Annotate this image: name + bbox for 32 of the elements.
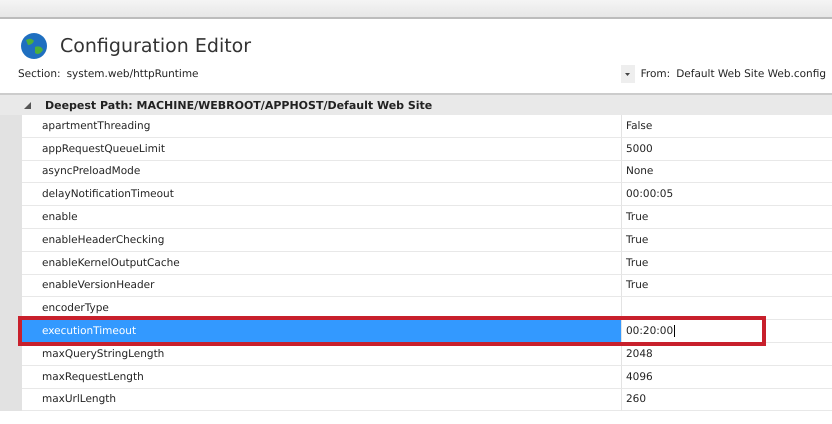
property-name[interactable]: maxUrlLength [22,388,622,412]
property-name[interactable]: appRequestQueueLimit [22,138,622,161]
caret-icon [625,72,630,76]
property-name[interactable]: enableKernelOutputCache [22,252,622,275]
from-label: From: [640,68,670,80]
property-name[interactable]: asyncPreloadMode [22,160,622,184]
property-value: 4096 [626,370,653,383]
property-name[interactable]: apartmentThreading [22,115,622,138]
property-value: True [626,234,648,246]
property-value: 00:00:05 [626,188,674,200]
section-field[interactable]: system.web/httpRuntime [66,68,199,80]
property-name[interactable]: enableHeaderChecking [22,228,622,252]
property-value: 2048 [626,348,653,360]
property-value: None [626,165,654,178]
property-name[interactable]: enableVersionHeader [22,274,622,298]
property-name[interactable]: maxRequestLength [22,366,622,389]
group-header: Deepest Path: MACHINE/WEBROOT/APPHOST/Default Web Site [45,98,432,112]
property-value: False [626,120,652,132]
collapse-icon[interactable] [24,102,31,108]
property-name[interactable]: delayNotificationTimeout [22,183,622,206]
globe-icon [20,32,48,60]
property-value: True [626,279,648,292]
from-field[interactable]: Default Web Site Web.config [676,68,826,80]
window-title: Configuration Editor [60,35,252,57]
property-value: 5000 [626,142,653,155]
property-name[interactable]: enable [22,206,622,229]
property-value: True [626,256,648,269]
property-value: True [626,211,648,224]
section-label: Section: [18,68,61,80]
dropdown-button[interactable] [620,65,635,83]
value-field[interactable]: 00:20:00 [626,325,676,338]
property-value: 260 [626,393,646,406]
